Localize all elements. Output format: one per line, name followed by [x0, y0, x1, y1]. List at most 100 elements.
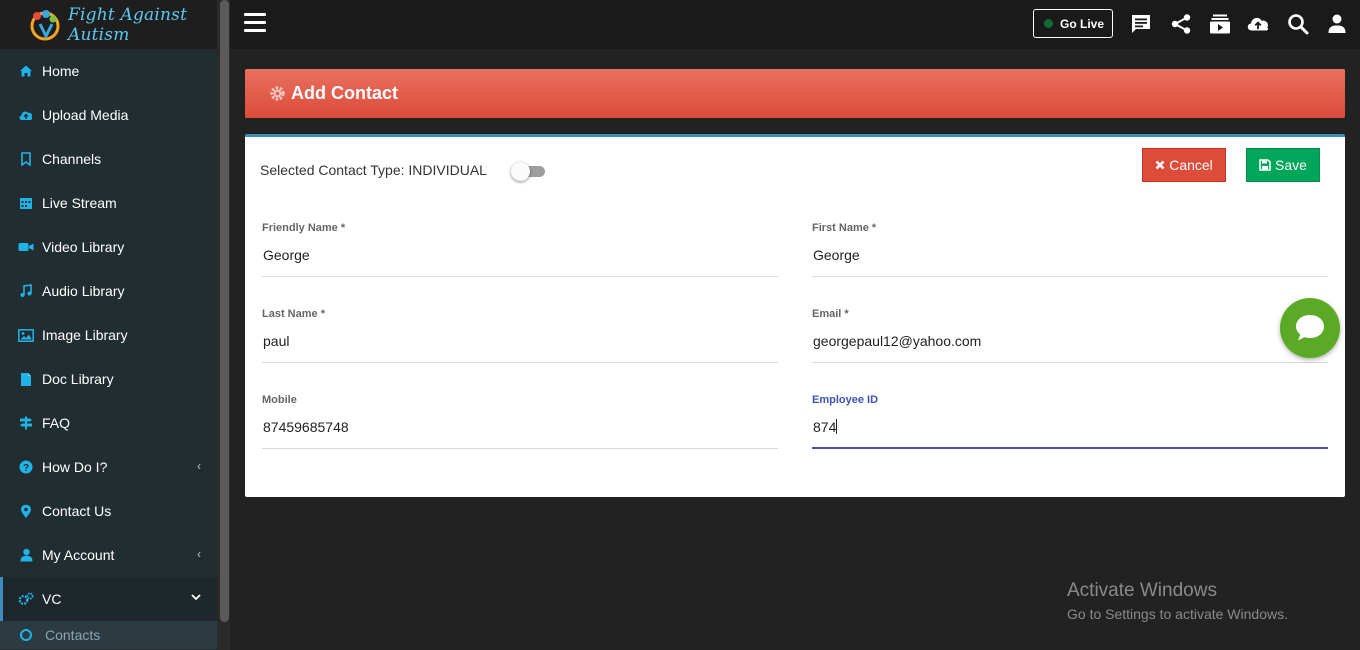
windows-activation-watermark: Activate Windows Go to Settings to activ… [1067, 580, 1288, 622]
logo-mark-icon [26, 6, 64, 44]
go-live-button[interactable]: Go Live [1033, 9, 1113, 38]
employee-id-label: Employee ID [812, 394, 879, 406]
gear-icon [269, 85, 286, 102]
sidebar-item-faq[interactable]: FAQ [0, 401, 217, 445]
go-live-label: Go Live [1060, 16, 1105, 31]
save-button-label: Save [1275, 157, 1307, 173]
video-icon [18, 239, 34, 255]
question-icon: ? [18, 459, 34, 475]
chat-widget-button[interactable] [1280, 298, 1340, 358]
circle-icon [20, 629, 32, 641]
sidebar-item-label: VC [42, 591, 62, 607]
sidebar-item-label: Audio Library [42, 283, 125, 299]
menu-toggle-icon[interactable] [244, 13, 266, 33]
search-icon[interactable] [1286, 12, 1310, 36]
mobile-field[interactable]: Mobile 87459685748 [262, 394, 778, 449]
mobile-label: Mobile [262, 394, 297, 406]
email-field[interactable]: Email * georgepaul12@yahoo.com [812, 308, 1328, 363]
sidebar-item-video-library[interactable]: Video Library [0, 225, 217, 269]
employee-id-field[interactable]: Employee ID 874 [812, 394, 1328, 449]
contact-type-toggle[interactable] [511, 162, 547, 181]
first-name-field[interactable]: First Name * George [812, 222, 1328, 277]
sidebar-item-label: Live Stream [42, 195, 117, 211]
toggle-knob [511, 162, 530, 181]
email-label: Email * [812, 308, 849, 320]
user-profile-icon[interactable] [1325, 12, 1349, 36]
save-button[interactable]: Save [1246, 148, 1320, 182]
employee-id-value: 874 [813, 419, 837, 435]
sidebar-item-label: Video Library [42, 239, 125, 255]
map-marker-icon [18, 503, 34, 519]
signpost-icon [18, 415, 34, 431]
contact-type-label: Selected Contact Type: INDIVIDUAL [260, 162, 487, 178]
sidebar-item-upload-media[interactable]: Upload Media [0, 93, 217, 137]
sidebar-scrollbar-thumb[interactable] [220, 0, 229, 622]
sidebar-item-label: Upload Media [42, 107, 129, 123]
sidebar-nav: Home Upload Media Channels Live Stream V… [0, 49, 217, 649]
cancel-button[interactable]: Cancel [1142, 148, 1226, 182]
sidebar: Fight Against Autism Home Upload Media C… [0, 0, 230, 650]
employee-id-input[interactable]: 874 [812, 419, 1328, 449]
app-title: Fight Against Autism [68, 4, 188, 45]
sidebar-item-label: Contact Us [42, 503, 112, 519]
cogs-icon [18, 591, 34, 607]
chat-bubble-icon [1296, 315, 1324, 341]
music-icon [18, 283, 34, 299]
floppy-disk-icon [1259, 159, 1271, 171]
sidebar-item-label: FAQ [42, 415, 71, 431]
playlist-icon[interactable] [1208, 12, 1232, 36]
last-name-label: Last Name * [262, 308, 325, 320]
sidebar-item-label: My Account [42, 547, 115, 563]
svg-text:?: ? [23, 463, 29, 474]
user-icon [18, 547, 34, 563]
home-icon [18, 63, 34, 79]
cloud-upload-icon[interactable] [1246, 12, 1270, 36]
text-cursor [836, 419, 838, 434]
first-name-label: First Name * [812, 222, 877, 234]
sidebar-subitem-contacts[interactable]: Contacts [0, 621, 217, 649]
bookmark-icon [18, 151, 34, 167]
top-navbar: Go Live [230, 0, 1360, 49]
sidebar-item-label: Image Library [42, 327, 128, 343]
close-icon [1155, 160, 1165, 170]
sidebar-item-image-library[interactable]: Image Library [0, 313, 217, 357]
chat-icon[interactable] [1129, 12, 1153, 36]
mobile-input[interactable]: 87459685748 [262, 419, 778, 449]
cloud-upload-icon [18, 107, 34, 123]
last-name-field[interactable]: Last Name * paul [262, 308, 778, 363]
add-contact-form: Selected Contact Type: INDIVIDUAL Cancel… [245, 134, 1345, 497]
watermark-title: Activate Windows [1067, 580, 1217, 601]
last-name-input[interactable]: paul [262, 333, 778, 363]
sidebar-item-doc-library[interactable]: Doc Library [0, 357, 217, 401]
sidebar-item-label: Doc Library [42, 371, 114, 387]
sidebar-item-home[interactable]: Home [0, 49, 217, 93]
sidebar-item-my-account[interactable]: My Account ‹ [0, 533, 217, 577]
page-header: Add Contact [245, 69, 1345, 118]
chevron-left-icon: ‹ [197, 459, 201, 473]
chevron-left-icon: ‹ [197, 547, 201, 561]
email-input[interactable]: georgepaul12@yahoo.com [812, 333, 1328, 363]
sidebar-item-vc[interactable]: VC [0, 577, 217, 621]
sidebar-item-label: How Do I? [42, 459, 108, 475]
sidebar-item-contact-us[interactable]: Contact Us [0, 489, 217, 533]
sidebar-item-live-stream[interactable]: Live Stream [0, 181, 217, 225]
sidebar-item-how-do-i[interactable]: ? How Do I? ‹ [0, 445, 217, 489]
sidebar-item-label: Channels [42, 151, 102, 167]
image-icon [18, 327, 34, 343]
share-icon[interactable] [1169, 12, 1193, 36]
sidebar-item-channels[interactable]: Channels [0, 137, 217, 181]
app-logo[interactable]: Fight Against Autism [0, 0, 230, 49]
first-name-input[interactable]: George [812, 247, 1328, 277]
watermark-subtitle: Go to Settings to activate Windows. [1067, 606, 1288, 622]
sidebar-item-label: Home [42, 63, 80, 79]
friendly-name-input[interactable]: George [262, 247, 778, 277]
calendar-icon [18, 195, 34, 211]
live-status-dot [1044, 19, 1053, 28]
document-icon [18, 371, 34, 387]
chevron-down-icon [191, 590, 201, 604]
sidebar-item-audio-library[interactable]: Audio Library [0, 269, 217, 313]
friendly-name-field[interactable]: Friendly Name * George [262, 222, 778, 277]
cancel-button-label: Cancel [1169, 157, 1213, 173]
page-title: Add Contact [291, 83, 398, 103]
friendly-name-label: Friendly Name * [262, 222, 346, 234]
